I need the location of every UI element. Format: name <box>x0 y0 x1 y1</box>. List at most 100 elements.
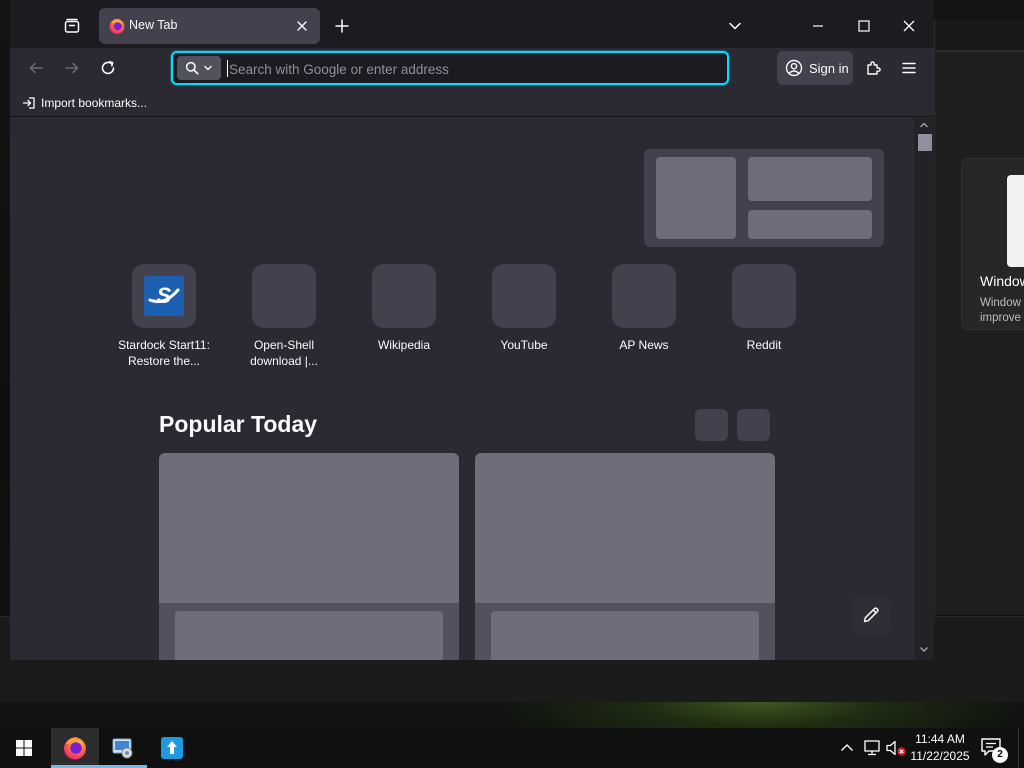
close-window-button[interactable] <box>893 10 925 42</box>
firefox-icon <box>64 737 86 760</box>
taskbar: 11:44 AM 11/22/2025 2 <box>0 728 1024 768</box>
extensions-button[interactable] <box>860 52 888 84</box>
arrow-right-icon <box>65 62 79 74</box>
start-button[interactable] <box>0 728 48 768</box>
next-stories-button[interactable] <box>737 409 770 441</box>
app-upload-icon <box>161 737 183 759</box>
address-bar[interactable] <box>171 51 729 85</box>
clock-time: 11:44 AM <box>915 732 965 746</box>
maximize-icon <box>858 20 870 32</box>
widget-placeholder-block <box>748 157 872 201</box>
widget-placeholder-block <box>656 157 736 239</box>
notification-count-badge: 2 <box>992 747 1008 763</box>
reload-icon <box>101 61 115 75</box>
shortcut-tile <box>492 264 556 328</box>
firefox-view-icon <box>64 18 80 33</box>
chevron-down-icon <box>204 65 212 71</box>
tab-new-tab[interactable]: New Tab <box>99 8 320 44</box>
page-scrollbar[interactable] <box>914 118 934 660</box>
close-icon <box>903 20 915 32</box>
notification-title: Window <box>980 273 1024 289</box>
import-bookmarks-label: Import bookmarks... <box>41 96 148 110</box>
new-tab-page: S Stardock Start11: Restore the... Open-… <box>10 118 934 660</box>
show-hidden-icons-icon[interactable] <box>838 738 856 758</box>
shortcut-label: YouTube <box>500 338 548 352</box>
background-window-titlebar <box>935 20 1024 50</box>
story-card-text-placeholder <box>491 611 759 660</box>
notification-thumbnail <box>1007 175 1024 267</box>
windows-logo-icon <box>16 740 32 756</box>
widget-placeholder-block <box>748 210 872 239</box>
volume-muted-icon[interactable] <box>885 738 907 758</box>
notification-body: Window improve <box>980 297 1021 324</box>
shortcut-stardock-start11[interactable]: S Stardock Start11: Restore the... <box>104 264 224 374</box>
reload-button[interactable] <box>94 52 122 84</box>
scrollbar-thumb[interactable] <box>918 134 932 151</box>
arrow-left-icon <box>29 62 43 74</box>
scroll-down-icon[interactable] <box>918 643 930 655</box>
story-card-text-placeholder <box>175 611 443 660</box>
previous-stories-button[interactable] <box>695 409 728 441</box>
hamburger-icon <box>902 62 916 74</box>
firefox-icon <box>109 18 125 34</box>
customize-button[interactable] <box>852 596 890 634</box>
shortcut-label: Reddit <box>746 338 782 352</box>
account-icon <box>785 59 803 77</box>
shortcut-tile <box>612 264 676 328</box>
shortcut-label: Wikipedia <box>377 338 431 352</box>
shortcut-wikipedia[interactable]: Wikipedia <box>344 264 464 374</box>
tab-title: New Tab <box>129 18 178 32</box>
new-tab-button[interactable] <box>326 10 358 42</box>
sign-in-button[interactable]: Sign in <box>777 51 853 85</box>
url-input[interactable] <box>229 58 709 80</box>
tab-strip: New Tab <box>10 0 934 48</box>
story-card[interactable] <box>159 453 459 660</box>
wallpaper-placeholder-widget <box>644 149 884 247</box>
search-mode-switcher[interactable] <box>177 56 221 80</box>
background-window-divider <box>935 50 1024 52</box>
taskbar-control-panel[interactable] <box>99 728 147 768</box>
shortcut-open-shell[interactable]: Open-Shell download |... <box>224 264 344 374</box>
import-bookmarks-button[interactable]: Import bookmarks... <box>22 92 147 114</box>
popular-today-heading: Popular Today <box>159 411 318 437</box>
puzzle-icon <box>867 61 881 75</box>
clock-date: 11/22/2025 <box>910 749 970 763</box>
taskbar-app-upload[interactable] <box>148 728 196 768</box>
minimize-button[interactable] <box>802 10 834 42</box>
svg-text:S: S <box>157 283 172 308</box>
forward-button[interactable] <box>58 52 86 84</box>
shortcut-label: Open-Shell download |... <box>250 338 318 368</box>
text-cursor <box>227 60 228 77</box>
minimize-icon <box>813 25 823 27</box>
browser-window: New Tab Search with Google or enter addr… <box>10 0 934 660</box>
bookmarks-toolbar: Import bookmarks... <box>10 88 934 117</box>
shortcut-tile <box>372 264 436 328</box>
close-tab-icon[interactable] <box>293 17 311 35</box>
shortcut-tile: S <box>132 264 196 328</box>
shortcut-label: AP News <box>619 338 669 352</box>
action-center-button[interactable]: 2 <box>980 736 1008 763</box>
network-icon[interactable] <box>862 738 882 758</box>
navigation-toolbar: Sign in <box>10 48 934 88</box>
maximize-button[interactable] <box>848 10 880 42</box>
background-notification-card[interactable]: Window Window improve <box>961 158 1024 330</box>
control-panel-icon <box>112 738 133 759</box>
chevron-down-icon <box>729 22 741 30</box>
shortcut-reddit[interactable]: Reddit <box>704 264 824 374</box>
shortcut-tile <box>732 264 796 328</box>
shortcut-ap-news[interactable]: AP News <box>584 264 704 374</box>
story-card[interactable] <box>475 453 775 660</box>
show-desktop-button[interactable] <box>1018 728 1024 768</box>
pencil-icon <box>863 607 879 623</box>
shortcut-youtube[interactable]: YouTube <box>464 264 584 374</box>
search-icon <box>185 61 199 75</box>
scroll-up-icon[interactable] <box>918 119 930 131</box>
back-button[interactable] <box>22 52 50 84</box>
taskbar-firefox[interactable] <box>51 728 99 768</box>
shortcut-label: Stardock Start11: Restore the... <box>118 338 210 368</box>
application-menu-button[interactable] <box>895 52 923 84</box>
list-all-tabs-button[interactable] <box>719 10 751 42</box>
firefox-view-button[interactable] <box>56 10 88 42</box>
system-clock[interactable]: 11:44 AM 11/22/2025 <box>906 731 974 765</box>
import-icon <box>22 97 35 109</box>
